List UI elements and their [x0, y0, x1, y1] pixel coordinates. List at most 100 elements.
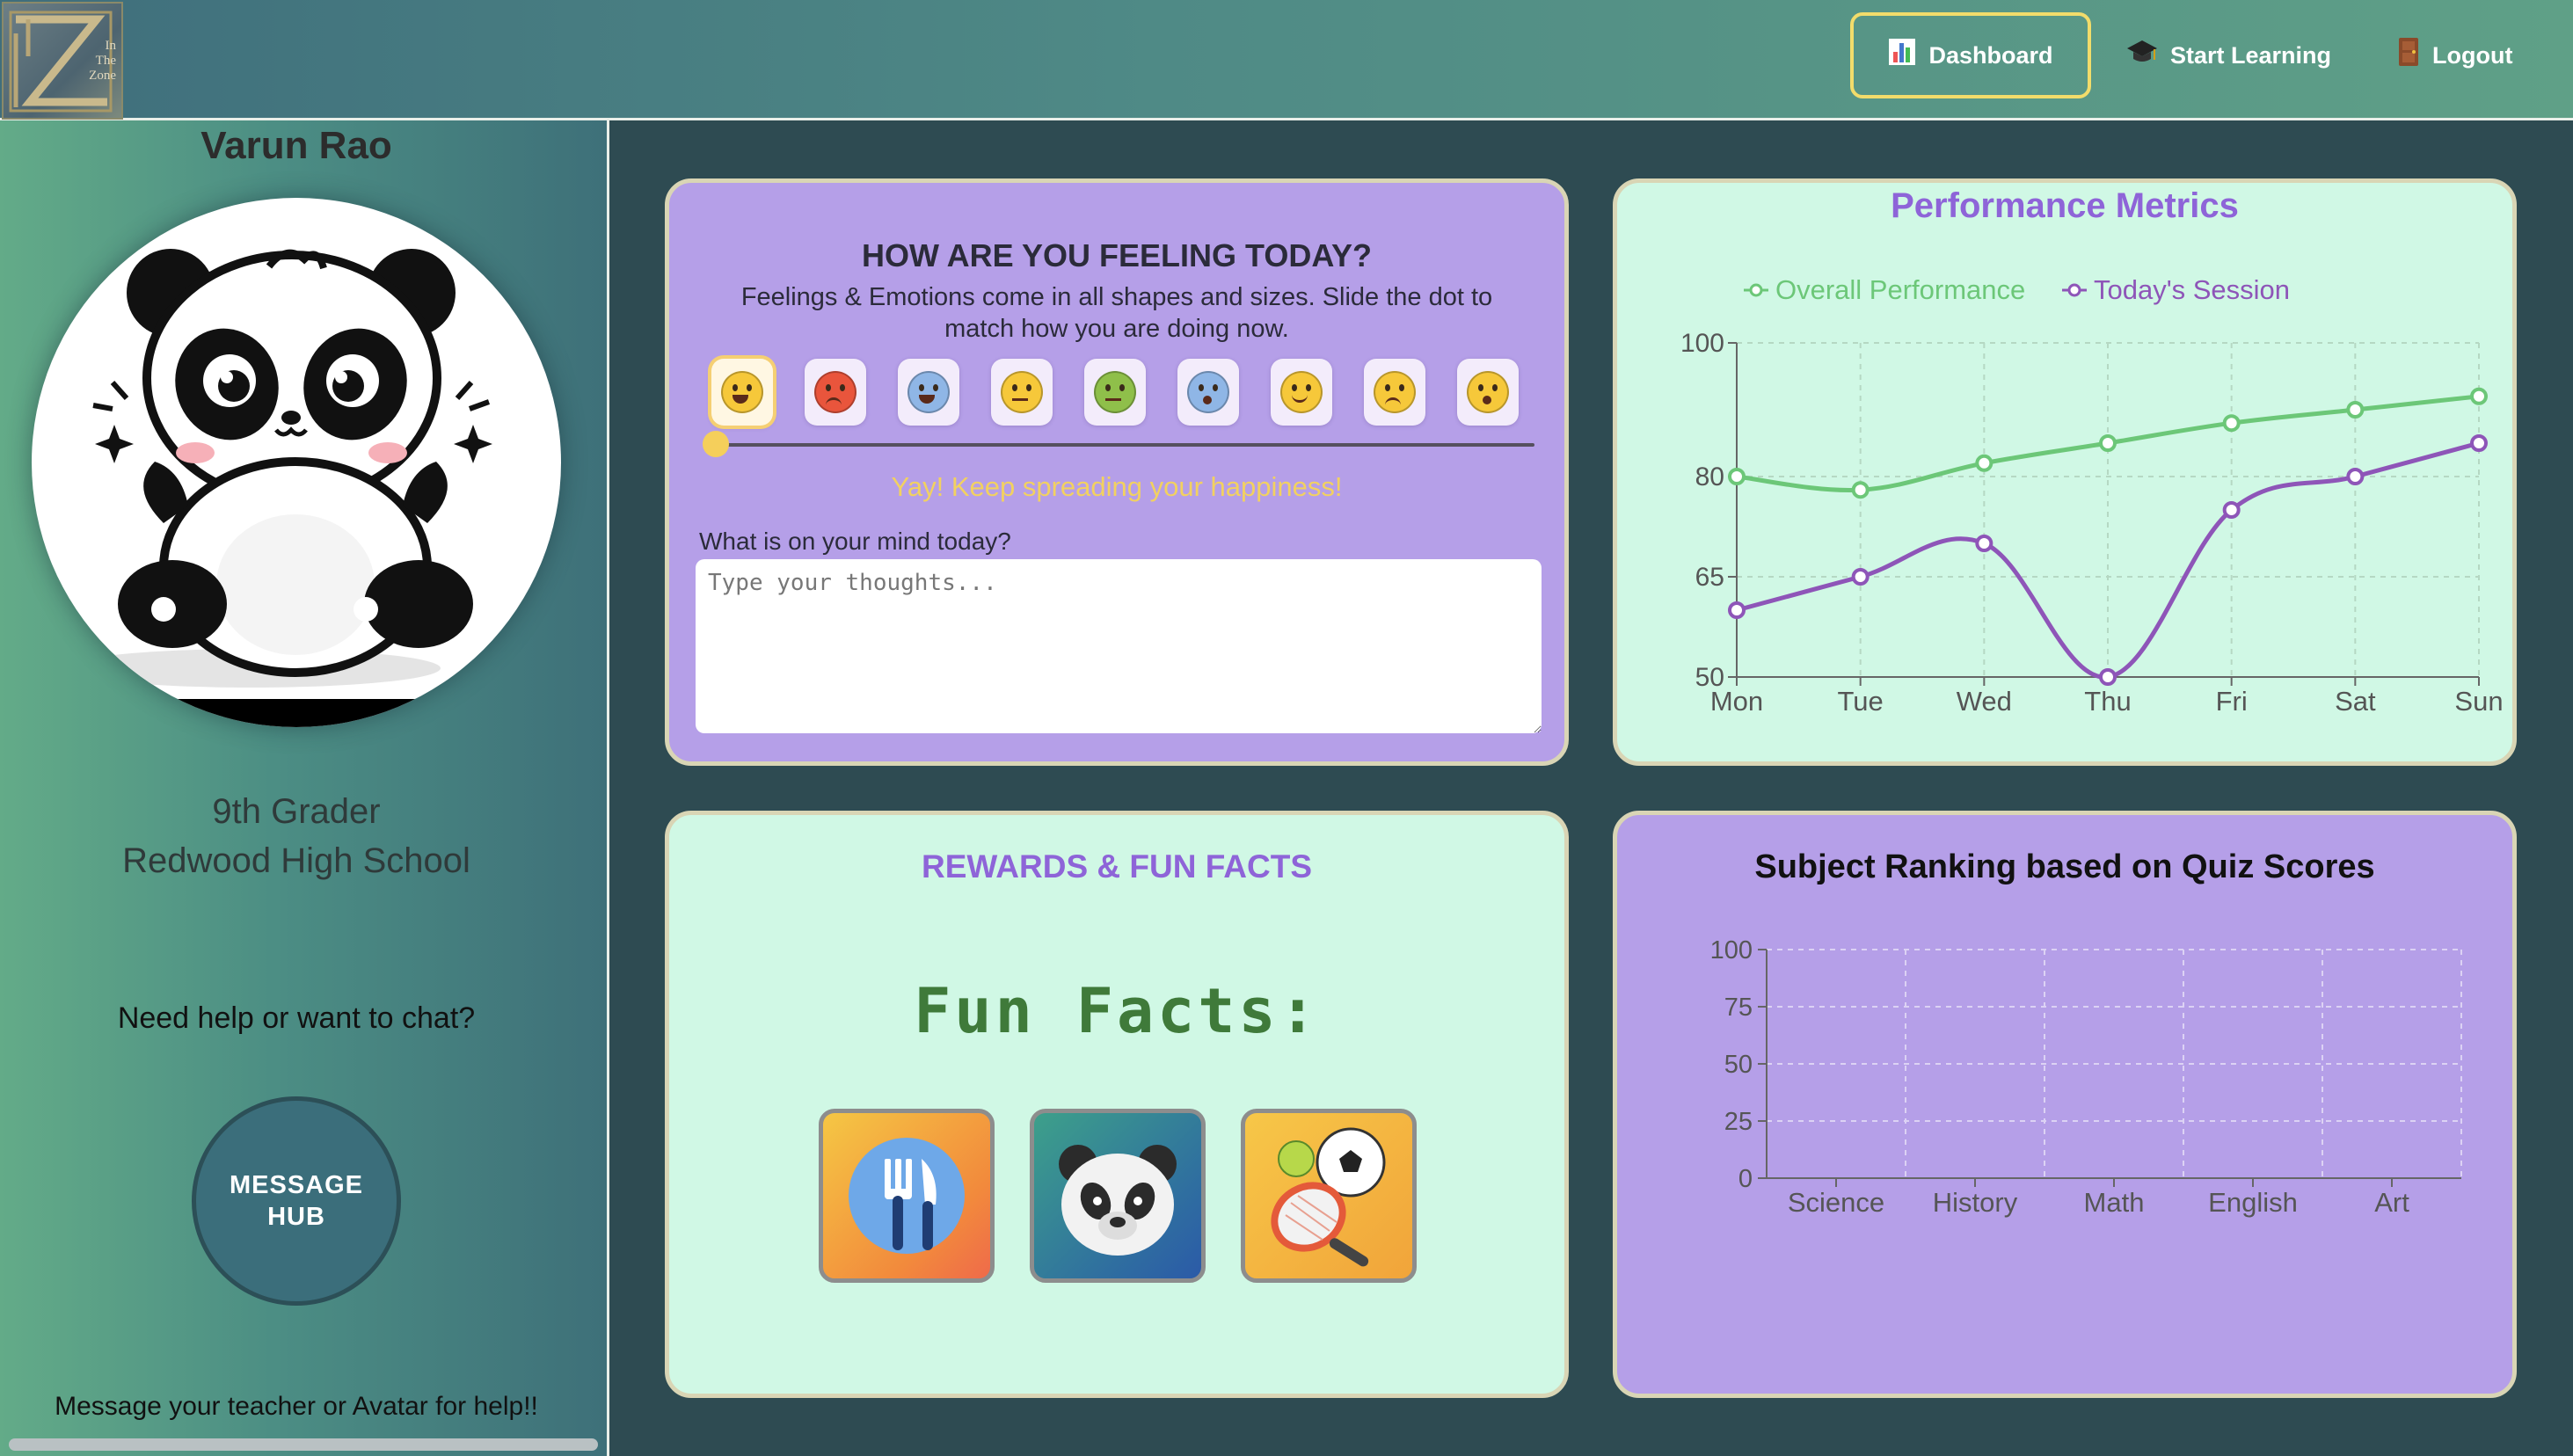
performance-card: Performance Metrics 50 65 80 100 Mon Tue Wed Th… — [1613, 178, 2517, 766]
legend-label: Overall Performance — [1775, 274, 2025, 305]
grinning-face-icon — [721, 371, 763, 413]
x-tick-label: Sun — [2454, 686, 2503, 717]
data-point — [1975, 454, 1994, 472]
nav-logout-label: Logout — [2432, 41, 2513, 69]
avatar[interactable] — [32, 198, 561, 727]
x-tick-label: Thu — [2084, 686, 2131, 717]
nav-start-learning-button[interactable]: Start Learning — [2126, 12, 2331, 98]
pensive-face-icon — [1374, 371, 1416, 413]
hushed-face-icon — [1467, 371, 1509, 413]
message-hub-button[interactable]: MESSAGE HUB — [192, 1096, 401, 1306]
y-tick-label: 0 — [1738, 1165, 1753, 1193]
sidebar-scrollbar[interactable] — [9, 1438, 598, 1451]
feelings-description: Feelings & Emotions come in all shapes a… — [740, 283, 1493, 343]
x-tick-label: Tue — [1838, 686, 1884, 717]
data-point — [2470, 387, 2488, 405]
angry-face-icon — [814, 371, 856, 413]
data-point — [1975, 535, 1994, 552]
fun-fact-food-tile[interactable] — [819, 1109, 995, 1283]
x-tick-label: Fri — [2216, 686, 2248, 717]
data-point — [1728, 601, 1746, 619]
nav-logout-button[interactable]: Logout — [2397, 12, 2512, 98]
y-tick-label: 25 — [1724, 1108, 1753, 1136]
student-school: Redwood High School — [122, 841, 470, 880]
sports-balls-icon — [1271, 1127, 1386, 1267]
message-hub-label: MESSAGE HUB — [229, 1171, 364, 1231]
app-logo[interactable]: In The Zone — [2, 2, 123, 120]
help-prompt: Need help or want to chat? — [117, 1001, 476, 1035]
door-icon — [2397, 37, 2420, 74]
top-navbar: In The Zone Dashboard Start Learning Log… — [0, 0, 2573, 120]
data-point — [2346, 401, 2365, 419]
panda-icon — [1059, 1145, 1177, 1256]
emoji-option-anxious-sweat[interactable] — [898, 359, 959, 426]
data-point — [2222, 501, 2241, 519]
x-tick-label: Science — [1788, 1187, 1884, 1218]
data-point — [1728, 468, 1746, 485]
x-tick-label: Mon — [1710, 686, 1763, 717]
x-tick-label: Wed — [1957, 686, 2012, 717]
mood-slider-handle[interactable] — [703, 431, 729, 457]
student-name: Varun Rao — [200, 124, 392, 167]
emoji-option-slightly-smiling[interactable] — [1271, 359, 1332, 426]
mood-slider-track[interactable] — [717, 443, 1534, 447]
thoughts-input[interactable] — [696, 559, 1542, 733]
data-point — [1851, 481, 1870, 499]
x-tick-label: Sat — [2335, 686, 2376, 717]
message-note: Message your teacher or Avatar for help!… — [55, 1392, 538, 1421]
bar-chart-icon — [1888, 38, 1916, 73]
logo-word: In — [105, 39, 117, 53]
emoji-option-grinning[interactable] — [711, 359, 773, 426]
emoji-option-hushed[interactable] — [1457, 359, 1519, 426]
nauseated-face-icon — [1094, 371, 1136, 413]
y-tick-label: 75 — [1724, 994, 1753, 1022]
legend-marker — [1749, 283, 1763, 297]
neutral-face-icon — [1001, 371, 1043, 413]
x-tick-label: Art — [2374, 1187, 2409, 1218]
legend-label: Today's Session — [2094, 274, 2290, 305]
y-tick-label: 50 — [1724, 1051, 1753, 1079]
logo-word: The — [95, 54, 116, 68]
rewards-title: REWARDS & FUN FACTS — [922, 848, 1312, 885]
y-tick-label: 80 — [1695, 462, 1724, 491]
data-point — [2099, 668, 2117, 686]
panda-avatar-icon — [32, 249, 561, 727]
logo-word: Zone — [89, 69, 116, 83]
nav-dashboard-button[interactable]: Dashboard — [1850, 12, 2091, 98]
anxious-sweat-face-icon — [907, 371, 950, 413]
nav-start-learning-label: Start Learning — [2170, 41, 2332, 69]
emoji-option-nauseated[interactable] — [1084, 359, 1146, 426]
fearful-face-icon — [1187, 371, 1229, 413]
mind-label: What is on your mind today? — [699, 528, 1011, 555]
emoji-option-angry[interactable] — [805, 359, 866, 426]
feelings-title: HOW ARE YOU FEELING TODAY? — [861, 237, 1373, 273]
x-tick-label: History — [1933, 1187, 2018, 1218]
emoji-option-fearful[interactable] — [1177, 359, 1239, 426]
student-info: 9th Grader Redwood High School — [0, 787, 593, 885]
slightly-smiling-face-icon — [1280, 371, 1323, 413]
data-point — [2099, 434, 2117, 452]
x-tick-label: Math — [2084, 1187, 2145, 1218]
subject-ranking-bar-chart: 0 25 50 75 100 Science History Math English Art — [1710, 936, 2462, 1218]
fun-fact-panda-tile[interactable] — [1030, 1109, 1206, 1283]
mood-feedback: Yay! Keep spreading your happiness! — [891, 471, 1343, 502]
emoji-option-pensive[interactable] — [1364, 359, 1425, 426]
fun-facts-heading: Fun Facts: — [914, 975, 1320, 1047]
performance-line-chart: 506580100Mon Tue Wed Thu Fri Sat SunOverall Pe… — [1680, 274, 2504, 717]
rewards-card: REWARDS & FUN FACTS Fun Facts: — [665, 811, 1569, 1398]
data-point — [1851, 568, 1870, 586]
legend-marker — [2067, 283, 2081, 297]
fun-fact-sports-tile[interactable] — [1241, 1109, 1417, 1283]
student-grade: 9th Grader — [212, 792, 381, 831]
graduation-cap-icon — [2126, 39, 2158, 72]
y-tick-label: 65 — [1695, 563, 1724, 592]
emoji-selector — [711, 359, 1538, 429]
emoji-option-neutral[interactable] — [991, 359, 1053, 426]
y-tick-label: 100 — [1710, 936, 1753, 965]
nav-dashboard-label: Dashboard — [1928, 41, 2053, 69]
x-tick-label: English — [2208, 1187, 2298, 1218]
logo-text: In The Zone — [81, 39, 116, 84]
data-point — [2346, 468, 2365, 485]
data-point — [2222, 414, 2241, 433]
fork-knife-icon — [849, 1138, 965, 1254]
